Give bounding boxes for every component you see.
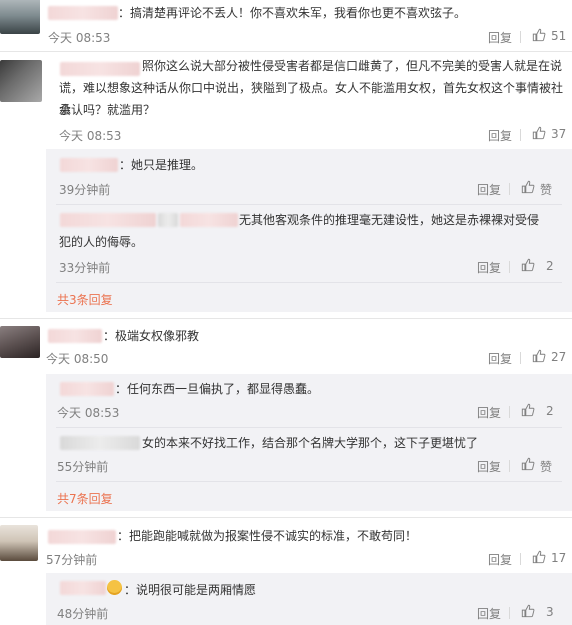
emoji-icon [107,580,122,595]
thumbs-up-icon[interactable] [532,28,546,42]
thumbs-up-icon[interactable] [521,403,535,417]
avatar[interactable] [0,0,40,34]
sub-reply-text: ：她只是推理。 [119,158,204,172]
sub-divider [56,427,562,428]
reply-button[interactable]: 回复 [477,458,501,475]
sub-reply-time: 55分钟前 [57,460,109,474]
username-redacted[interactable] [48,6,118,20]
like-count: 2 [546,259,554,273]
like-count: 3 [546,605,554,619]
thumbs-up-icon[interactable] [532,550,546,564]
comment-text: ：极端女权像邪教 [103,329,200,343]
reply-button[interactable]: 回复 [488,350,512,367]
comment-time: 57分钟前 [46,553,98,567]
avatar[interactable] [0,326,40,358]
sub-divider [56,204,562,205]
separator [509,406,510,418]
reply-button[interactable]: 回复 [488,551,512,568]
comment-time: 今天 08:53 [48,31,111,45]
separator [509,261,510,273]
sub-reply-text: ：说明很可能是两厢情愿 [124,583,257,597]
separator [509,607,510,619]
avatar[interactable] [0,60,42,102]
like-count: 17 [551,551,567,565]
comment-text: ：搞清楚再评论不丢人！你不喜欢朱军，我看你也更不喜欢弦子。 [118,6,467,20]
separator [520,553,521,565]
like-count: 2 [546,404,554,418]
sub-reply-text-line2: 犯的人的侮辱。 [59,235,144,249]
thumbs-up-icon[interactable] [521,457,535,471]
username-redacted[interactable] [60,581,106,595]
username-redacted[interactable] [60,213,156,227]
more-replies-link[interactable]: 共7条回复 [57,490,113,507]
like-count: 27 [551,350,567,364]
avatar[interactable] [0,525,38,561]
separator [520,352,521,364]
separator [520,129,521,141]
divider [0,517,572,518]
reply-button[interactable]: 回复 [477,181,501,198]
thumbs-up-icon[interactable] [521,258,535,272]
comment-time: 今天 08:50 [46,352,109,366]
sub-reply-text: ：任何东西一旦偏执了，都显得愚蠢。 [115,382,320,396]
reply-button[interactable]: 回复 [477,605,501,622]
thumbs-up-icon[interactable] [521,180,535,194]
username-redacted[interactable] [60,62,140,76]
separator [509,460,510,472]
username-redacted[interactable] [60,382,114,396]
thumbs-up-icon[interactable] [532,349,546,363]
sub-reply-time: 48分钟前 [57,607,109,621]
username-redacted[interactable] [158,213,178,227]
like-count: 37 [551,127,567,141]
separator [509,183,510,195]
sub-reply-text-line1: 无其他客观条件的推理毫无建设性，她这是赤裸裸对受侵 [239,213,540,227]
reply-button[interactable]: 回复 [488,29,512,46]
comment-text-line3: 承认吗？就滥用？ [59,103,156,117]
reply-button[interactable]: 回复 [477,259,501,276]
comment-text-line1: 照你这么说大部分被性侵受害者都是信口雌黄了，但凡不完美的受害人就是在说 [142,59,563,73]
username-redacted[interactable] [60,158,118,172]
sub-reply-text: 女的本来不好找工作，结合那个名牌大学那个，这下子更堪忧了 [142,436,479,450]
sub-divider [56,481,562,482]
username-redacted[interactable] [48,530,116,544]
thumbs-up-icon[interactable] [532,126,546,140]
username-redacted[interactable] [48,329,102,343]
sub-reply-time: 今天 08:53 [57,406,120,420]
comment-time: 今天 08:53 [59,129,122,143]
thumbs-up-icon[interactable] [521,604,535,618]
divider [0,51,572,52]
sub-reply-time: 33分钟前 [59,261,111,275]
reply-button[interactable]: 回复 [477,404,501,421]
like-count: 51 [551,29,567,43]
sub-reply-time: 39分钟前 [59,183,111,197]
sub-divider [56,282,562,283]
like-label[interactable]: 赞 [540,458,552,475]
username-redacted[interactable] [60,436,140,450]
username-redacted[interactable] [180,213,238,227]
reply-button[interactable]: 回复 [488,127,512,144]
separator [520,31,521,43]
comment-text: ：把能跑能喊就做为报案性侵不诚实的标准，不敢苟同！ [117,529,418,543]
more-replies-link[interactable]: 共3条回复 [57,291,113,308]
divider [0,318,572,319]
like-label[interactable]: 赞 [540,181,552,198]
